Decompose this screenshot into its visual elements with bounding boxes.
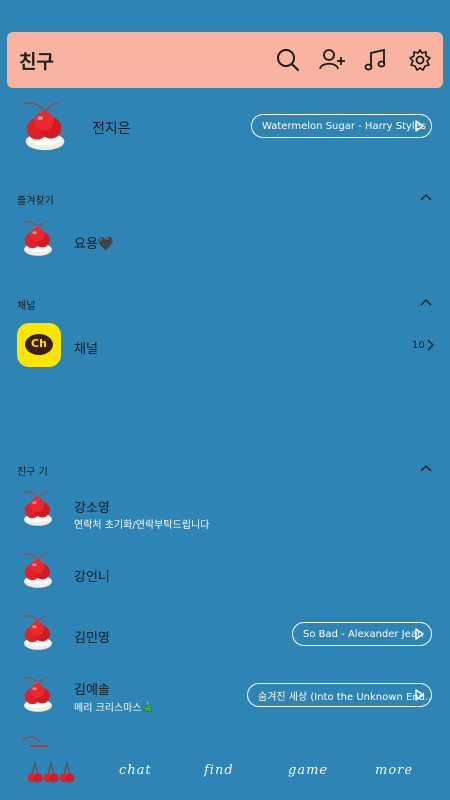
- music-icon[interactable]: [361, 45, 391, 75]
- friend-status: 연락처 초기화/연락부탁드립니다: [74, 520, 210, 531]
- friend-status: 메리 크리스마스🎄: [74, 703, 155, 714]
- channel-badge-text: Ch: [31, 337, 47, 350]
- top-bar: 친구: [7, 32, 443, 88]
- friend-avatar[interactable]: [17, 612, 59, 654]
- add-friend-icon[interactable]: [317, 45, 347, 75]
- chevron-up-icon[interactable]: [420, 193, 432, 201]
- page-title: 친구: [19, 51, 54, 73]
- play-icon: [415, 628, 424, 640]
- profile-music-label: Watermelon Sugar - Harry Styles: [262, 120, 427, 132]
- friend-avatar[interactable]: [17, 488, 59, 530]
- chevron-up-icon[interactable]: [420, 464, 432, 472]
- chevron-right-icon[interactable]: [426, 339, 434, 351]
- friend-music-label: 숨겨진 세상 (Into the Unknown End...: [258, 691, 432, 703]
- friend-avatar[interactable]: [17, 550, 59, 592]
- favorites-section-label: 즐겨찾기: [17, 196, 54, 207]
- settings-icon[interactable]: [405, 45, 435, 75]
- friend-music-label: So Bad - Alexander Jean: [303, 628, 424, 640]
- friends-section-label: 친구 기: [17, 467, 48, 478]
- chevron-up-icon[interactable]: [420, 298, 432, 306]
- profile-music-button[interactable]: Watermelon Sugar - Harry Styles: [251, 114, 432, 138]
- tab-find[interactable]: find: [204, 763, 234, 778]
- friend-music-button[interactable]: So Bad - Alexander Jean: [292, 622, 432, 646]
- partial-avatar: [21, 736, 48, 747]
- channel-section-label: 채널: [17, 301, 36, 312]
- channel-logo[interactable]: Ch: [17, 323, 61, 367]
- channel-count: 10: [412, 340, 425, 351]
- tab-more[interactable]: more: [375, 763, 413, 778]
- friend-name[interactable]: 강언니: [74, 566, 110, 585]
- friend-avatar[interactable]: [17, 674, 59, 716]
- friend-music-button[interactable]: 숨겨진 세상 (Into the Unknown End...: [247, 683, 432, 707]
- friend-name[interactable]: 강소영: [74, 497, 110, 516]
- friend-name[interactable]: 김민영: [74, 627, 110, 646]
- play-icon: [415, 689, 424, 701]
- tab-chat[interactable]: chat: [119, 763, 152, 778]
- channel-name[interactable]: 채널: [74, 338, 98, 357]
- tab-game[interactable]: game: [288, 763, 328, 778]
- search-icon[interactable]: [273, 45, 303, 75]
- friend-name[interactable]: 김예솔: [74, 679, 110, 698]
- friends-tab-icon[interactable]: [24, 759, 76, 785]
- favorite-avatar[interactable]: [17, 218, 59, 260]
- my-profile-avatar[interactable]: [16, 98, 74, 156]
- bottom-tab-bar: chat find game more: [0, 755, 450, 790]
- my-profile-name[interactable]: 전지은: [92, 118, 131, 138]
- favorite-name[interactable]: 요용🖤: [74, 233, 114, 252]
- play-icon: [415, 120, 424, 132]
